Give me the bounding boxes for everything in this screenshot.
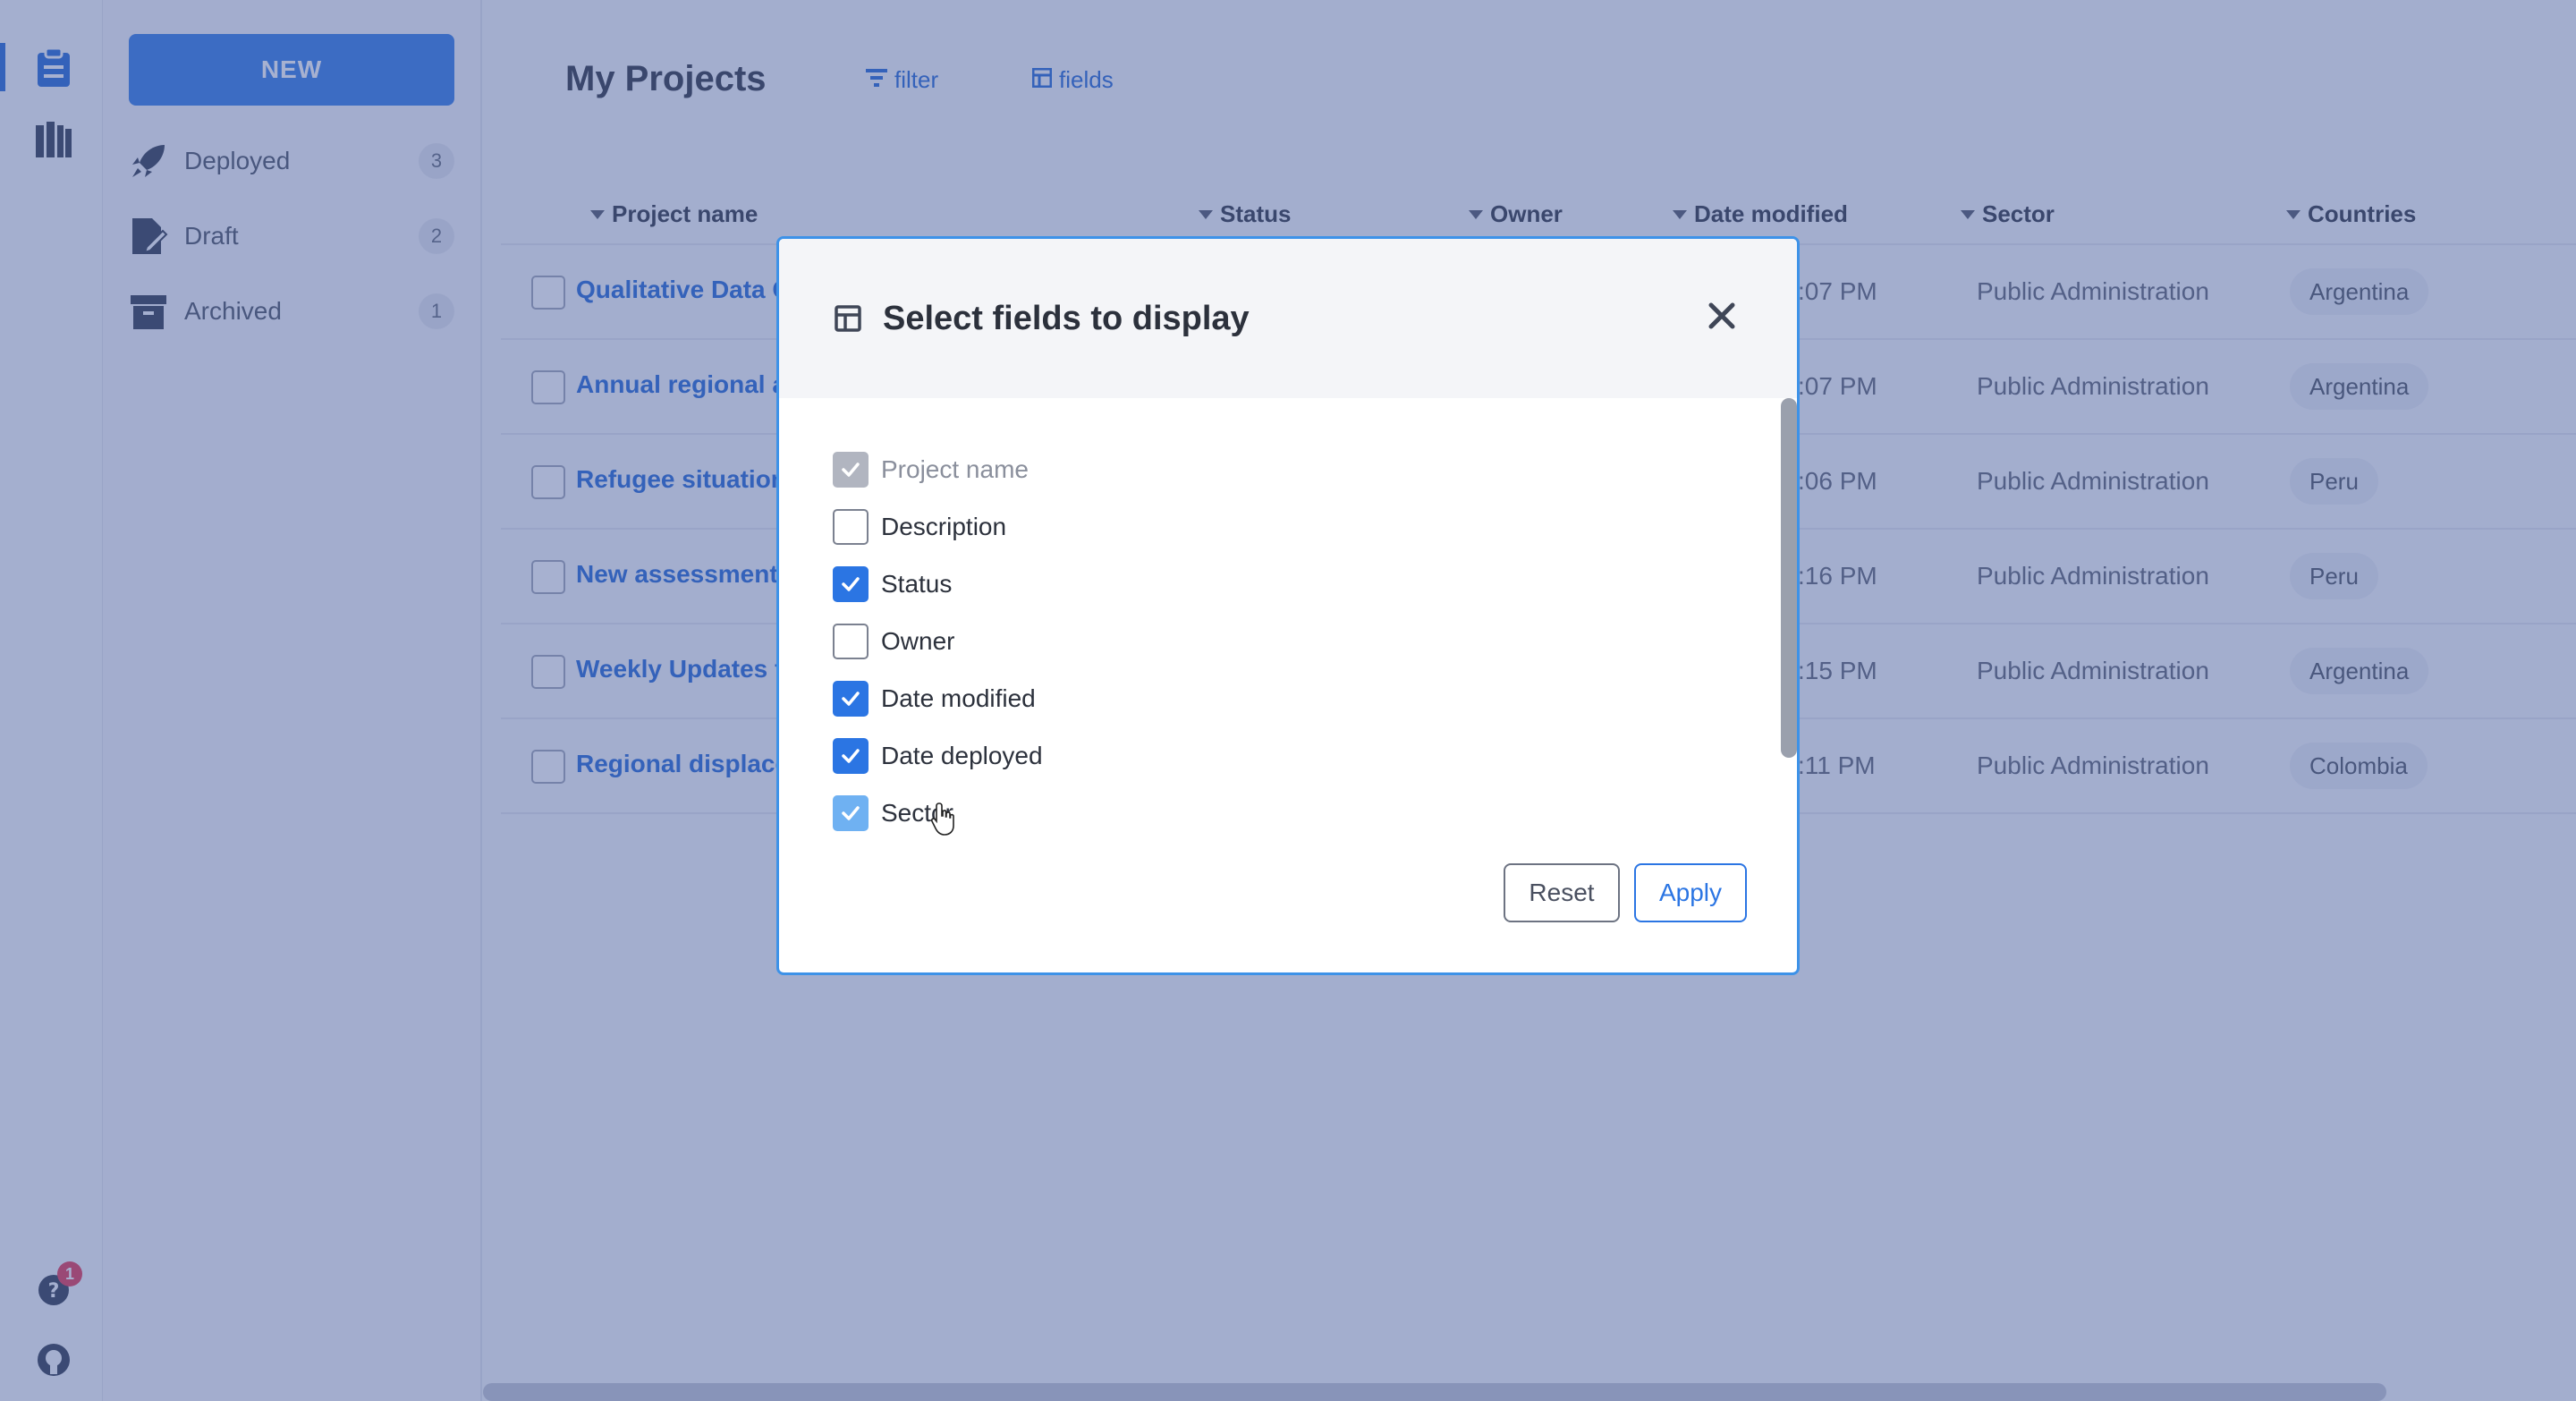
field-label: Project name xyxy=(881,455,1029,483)
close-button[interactable] xyxy=(1702,298,1741,337)
checkmark-icon xyxy=(842,692,860,706)
modal-scrollbar[interactable] xyxy=(1781,398,1797,758)
checkmark-icon xyxy=(842,749,860,763)
hand-cursor-icon xyxy=(930,802,957,837)
field-label: Owner xyxy=(881,627,955,655)
field-option-description[interactable]: Description xyxy=(833,507,1006,547)
modal-header: Select fields to display xyxy=(779,239,1797,398)
field-label: Status xyxy=(881,570,953,598)
field-label: Date modified xyxy=(881,684,1036,712)
field-option-partial[interactable] xyxy=(833,851,881,853)
checkbox-sector[interactable] xyxy=(833,795,869,831)
checkbox-status[interactable] xyxy=(833,566,869,602)
field-option-owner[interactable]: Owner xyxy=(833,622,954,661)
checkbox-description[interactable] xyxy=(833,509,869,545)
checkbox-owner[interactable] xyxy=(833,624,869,659)
checkmark-icon xyxy=(842,577,860,591)
field-checkbox-list: Project name Description Status Owner Da… xyxy=(833,450,1638,853)
table-icon xyxy=(835,305,861,332)
checkbox-project-name xyxy=(833,452,869,488)
field-option-project-name: Project name xyxy=(833,450,1029,489)
reset-button[interactable]: Reset xyxy=(1504,863,1620,922)
checkbox-date-modified[interactable] xyxy=(833,681,869,717)
checkmark-icon xyxy=(842,463,860,477)
checkbox-date-deployed[interactable] xyxy=(833,738,869,774)
select-fields-modal: Select fields to display Project name De… xyxy=(776,236,1800,975)
field-label: Description xyxy=(881,513,1007,540)
close-icon xyxy=(1707,301,1736,335)
field-option-status[interactable]: Status xyxy=(833,565,952,604)
field-label: Date deployed xyxy=(881,742,1043,769)
field-option-date-deployed[interactable]: Date deployed xyxy=(833,736,1043,776)
modal-title: Select fields to display xyxy=(883,300,1250,337)
field-option-date-modified[interactable]: Date modified xyxy=(833,679,1036,718)
checkmark-icon xyxy=(842,806,860,820)
apply-button[interactable]: Apply xyxy=(1634,863,1747,922)
